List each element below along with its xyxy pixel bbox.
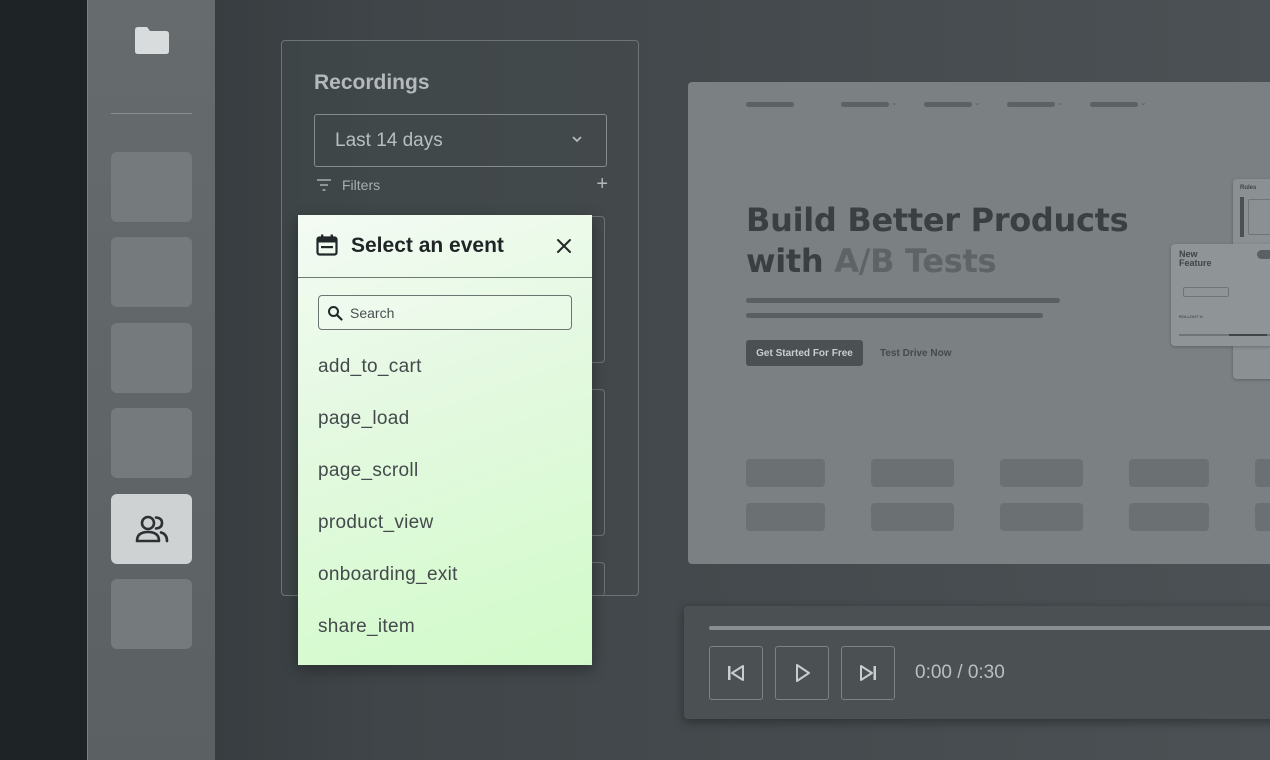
rules-card-bar [1240,197,1244,237]
sidebar-divider [111,113,192,114]
event-option[interactable]: product_view [318,512,434,534]
preview-nav-item [1007,102,1055,107]
left-edge-strip [0,0,87,760]
event-option[interactable]: onboarding_exit [318,564,458,586]
preview-tile [746,459,825,487]
dropdown-title: Select an event [351,234,504,257]
sidebar-item-1[interactable] [111,152,192,222]
skip-back-button[interactable] [709,646,763,700]
session-preview: ⌄ ⌄ ⌄ ⌄ Build Better Products with A/B T… [688,82,1270,564]
preview-tile [1255,459,1270,487]
sidebar [87,0,215,760]
event-search-field[interactable] [318,295,572,330]
hero-subtext-line [746,298,1060,303]
chevron-down-icon: ⌄ [1057,98,1064,107]
filters-label: Filters [342,177,381,193]
close-icon[interactable] [555,237,573,255]
preview-tile [746,503,825,531]
preview-tile [1129,459,1209,487]
feature-card: New Feature ROLLOUT % [1171,244,1270,346]
rollout-label: ROLLOUT % [1179,314,1203,319]
preview-tile [1129,503,1209,531]
preview-tile [871,503,954,531]
play-icon [796,664,810,682]
preview-nav-item [924,102,972,107]
preview-tile [1000,503,1083,531]
panel-title: Recordings [314,71,430,94]
event-option[interactable]: add_to_cart [318,356,422,378]
feature-card-title: New Feature [1179,250,1212,268]
sidebar-item-4[interactable] [111,408,192,478]
dropdown-header: Select an event [298,215,592,278]
filter-icon [317,179,331,191]
hero-title: Build Better Products with A/B Tests [746,200,1166,282]
rules-card-title: Rules [1240,185,1257,191]
event-option[interactable]: page_load [318,408,409,430]
preview-nav-item [841,102,889,107]
preview-tile [871,459,954,487]
test-drive-link: Test Drive Now [880,347,952,359]
chevron-down-icon: ⌄ [974,98,981,107]
preview-tile [1000,459,1083,487]
preview-nav-item [1090,102,1138,107]
users-icon [135,515,168,543]
play-button[interactable] [775,646,829,700]
preview-nav-logo [746,102,794,107]
chevron-down-icon [572,136,582,143]
hero-line-2: with [746,242,835,280]
feature-card-title-2: Feature [1179,258,1212,268]
filters-row[interactable]: Filters + [316,174,608,195]
rollout-fill [1229,334,1267,336]
sidebar-item-users[interactable] [111,494,192,564]
search-icon [328,306,343,321]
feature-toggle [1257,250,1270,259]
folder-icon[interactable] [135,26,169,54]
event-dropdown: Select an event add_to_cart page_load pa… [298,215,592,665]
add-filter-icon[interactable]: + [596,174,608,194]
skip-forward-button[interactable] [841,646,895,700]
event-option[interactable]: page_scroll [318,460,418,482]
progress-track[interactable] [709,626,1270,630]
date-range-select[interactable]: Last 14 days [314,114,607,167]
sidebar-item-6[interactable] [111,579,192,649]
feature-select [1183,287,1229,297]
skip-back-icon [728,665,744,681]
sidebar-item-3[interactable] [111,323,192,393]
chevron-down-icon: ⌄ [1140,98,1147,107]
rules-card-box [1248,199,1270,235]
hero-line-1: Build Better Products [746,201,1129,239]
chevron-down-icon: ⌄ [891,98,898,107]
sidebar-item-2[interactable] [111,237,192,307]
hero-highlight: A/B Tests [834,242,997,280]
preview-tile [1255,503,1270,531]
event-option[interactable]: share_item [318,616,415,638]
time-display: 0:00 / 0:30 [915,662,1005,683]
get-started-button: Get Started For Free [746,340,863,366]
hero-subtext-line [746,313,1043,318]
calendar-icon [316,234,338,256]
event-search-input[interactable] [350,296,565,329]
playback-controls: 0:00 / 0:30 [684,606,1270,719]
date-range-value: Last 14 days [335,129,443,151]
skip-forward-icon [860,665,876,681]
